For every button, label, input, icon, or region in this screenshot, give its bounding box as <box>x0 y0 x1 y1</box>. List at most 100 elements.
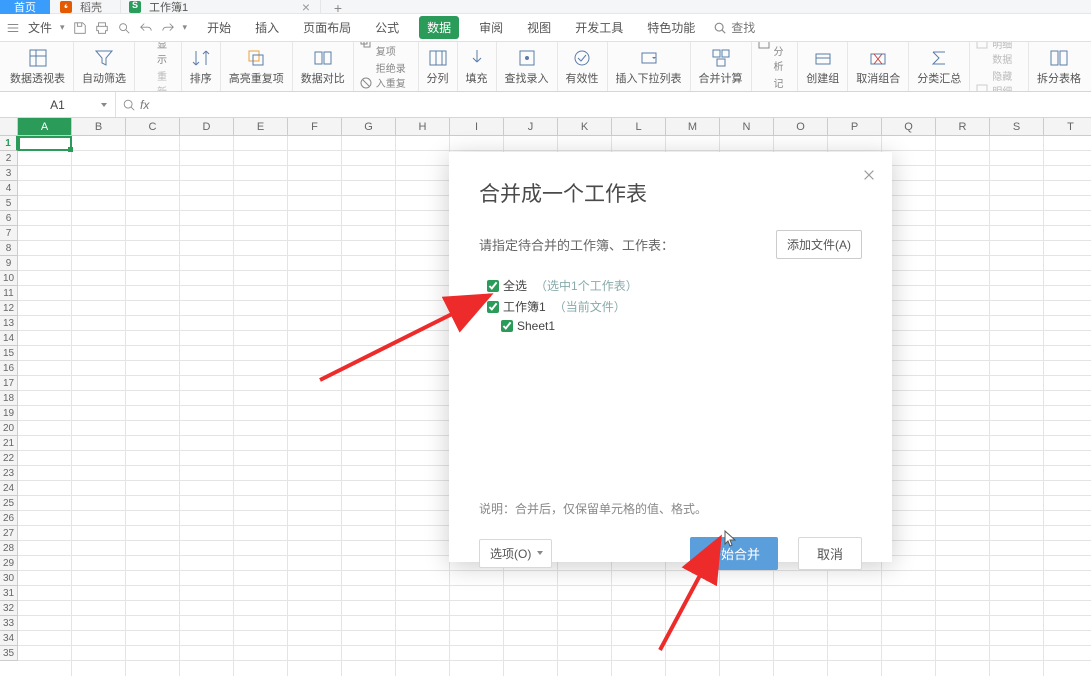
col-head-K[interactable]: K <box>558 118 612 136</box>
row-head-24[interactable]: 24 <box>0 481 18 496</box>
ribbon-dropdown[interactable]: 插入下拉列表 <box>608 42 691 91</box>
ribbon-validation[interactable]: 有效性 <box>558 42 608 91</box>
col-head-S[interactable]: S <box>990 118 1044 136</box>
cancel-button[interactable]: 取消 <box>798 537 862 570</box>
ribbon-findrecord[interactable]: 查找录入 <box>497 42 558 91</box>
col-head-R[interactable]: R <box>936 118 990 136</box>
col-head-G[interactable]: G <box>342 118 396 136</box>
menu-formulas[interactable]: 公式 <box>371 16 403 39</box>
print-icon[interactable] <box>95 21 109 35</box>
ribbon-data-compare[interactable]: 数据对比 <box>293 42 354 91</box>
row-head-33[interactable]: 33 <box>0 616 18 631</box>
fx-button[interactable]: fx <box>116 98 155 112</box>
row-head-25[interactable]: 25 <box>0 496 18 511</box>
row-head-7[interactable]: 7 <box>0 226 18 241</box>
col-head-C[interactable]: C <box>126 118 180 136</box>
app-menu-icon[interactable] <box>6 21 20 35</box>
ribbon-group[interactable]: 创建组 <box>798 42 848 91</box>
file-menu[interactable]: 文件 <box>28 19 52 36</box>
row-head-18[interactable]: 18 <box>0 391 18 406</box>
col-head-N[interactable]: N <box>720 118 774 136</box>
row-head-11[interactable]: 11 <box>0 286 18 301</box>
ribbon-auto-filter[interactable]: 自动筛选 <box>74 42 135 91</box>
row-head-16[interactable]: 16 <box>0 361 18 376</box>
row-head-27[interactable]: 27 <box>0 526 18 541</box>
ribbon-highlight-dup[interactable]: 高亮重复项 <box>221 42 293 91</box>
row-head-19[interactable]: 19 <box>0 406 18 421</box>
menu-insert[interactable]: 插入 <box>251 16 283 39</box>
start-merge-button[interactable]: 开始合并 <box>690 537 778 570</box>
row-head-17[interactable]: 17 <box>0 376 18 391</box>
undo-icon[interactable] <box>139 21 153 35</box>
workbook-checkbox[interactable] <box>487 301 499 313</box>
ribbon-ungroup[interactable]: 取消组合 <box>848 42 909 91</box>
col-head-D[interactable]: D <box>180 118 234 136</box>
col-head-O[interactable]: O <box>774 118 828 136</box>
row-head-28[interactable]: 28 <box>0 541 18 556</box>
ribbon-reapply[interactable]: 重新应用 <box>141 68 175 93</box>
row-head-21[interactable]: 21 <box>0 436 18 451</box>
row-head-29[interactable]: 29 <box>0 556 18 571</box>
ribbon-hide-detail[interactable]: 隐藏明细数据 <box>976 68 1022 93</box>
row-head-31[interactable]: 31 <box>0 586 18 601</box>
tree-select-all-row[interactable]: 全选 （选中1个工作表） <box>479 275 862 296</box>
row-head-9[interactable]: 9 <box>0 256 18 271</box>
col-head-M[interactable]: M <box>666 118 720 136</box>
ribbon-subtotal[interactable]: 分类汇总 <box>909 42 970 91</box>
chevron-down-icon[interactable]: ▾ <box>183 22 188 33</box>
ribbon-sort[interactable]: 排序 <box>182 42 221 91</box>
col-head-I[interactable]: I <box>450 118 504 136</box>
sheet-checkbox[interactable] <box>501 320 513 332</box>
tab-current-workbook[interactable]: 工作簿1 × <box>121 0 321 14</box>
col-head-A[interactable]: A <box>18 118 72 136</box>
save-icon[interactable] <box>73 21 87 35</box>
formula-input[interactable] <box>155 92 1091 117</box>
tab-home[interactable]: 首页 <box>0 0 50 14</box>
row-head-23[interactable]: 23 <box>0 466 18 481</box>
row-head-1[interactable]: 1 <box>0 136 18 151</box>
ribbon-show-detail[interactable]: 显示明细数据 <box>976 42 1022 66</box>
menu-review[interactable]: 审阅 <box>475 16 507 39</box>
preview-icon[interactable] <box>117 21 131 35</box>
col-head-B[interactable]: B <box>72 118 126 136</box>
select-all-checkbox[interactable] <box>487 280 499 292</box>
select-all-corner[interactable] <box>0 118 18 136</box>
menu-data[interactable]: 数据 <box>419 16 459 39</box>
ribbon-text-to-col[interactable]: 分列 <box>419 42 458 91</box>
row-head-8[interactable]: 8 <box>0 241 18 256</box>
col-head-Q[interactable]: Q <box>882 118 936 136</box>
ribbon-show-all[interactable]: 全部显示 <box>141 42 175 66</box>
search-box[interactable]: 查找 <box>713 19 755 36</box>
ribbon-whatif[interactable]: 模拟分析 <box>758 42 792 73</box>
row-head-3[interactable]: 3 <box>0 166 18 181</box>
col-head-E[interactable]: E <box>234 118 288 136</box>
add-file-button[interactable]: 添加文件(A) <box>776 230 862 259</box>
row-head-14[interactable]: 14 <box>0 331 18 346</box>
options-button[interactable]: 选项(O) <box>479 539 552 568</box>
row-head-32[interactable]: 32 <box>0 601 18 616</box>
menu-developer[interactable]: 开发工具 <box>571 16 627 39</box>
ribbon-fill[interactable]: 填充 <box>458 42 497 91</box>
tab-add-button[interactable]: + <box>321 0 355 16</box>
col-head-J[interactable]: J <box>504 118 558 136</box>
row-head-5[interactable]: 5 <box>0 196 18 211</box>
row-head-10[interactable]: 10 <box>0 271 18 286</box>
row-head-34[interactable]: 34 <box>0 631 18 646</box>
row-head-6[interactable]: 6 <box>0 211 18 226</box>
menu-start[interactable]: 开始 <box>203 16 235 39</box>
row-head-22[interactable]: 22 <box>0 451 18 466</box>
close-icon[interactable]: × <box>302 0 310 15</box>
col-head-F[interactable]: F <box>288 118 342 136</box>
ribbon-reject-dup[interactable]: 拒绝录入重复项 <box>360 60 412 92</box>
dialog-close-button[interactable] <box>860 166 878 184</box>
row-head-35[interactable]: 35 <box>0 646 18 661</box>
col-head-P[interactable]: P <box>828 118 882 136</box>
tree-workbook-row[interactable]: 工作簿1 （当前文件） <box>479 296 862 317</box>
col-head-T[interactable]: T <box>1044 118 1091 136</box>
tree-sheet-row[interactable]: Sheet1 <box>479 317 862 335</box>
ribbon-pivot[interactable]: 数据透视表 <box>2 42 74 91</box>
row-head-2[interactable]: 2 <box>0 151 18 166</box>
col-head-L[interactable]: L <box>612 118 666 136</box>
row-head-20[interactable]: 20 <box>0 421 18 436</box>
ribbon-remove-dup[interactable]: 删除重复项 <box>360 42 412 58</box>
